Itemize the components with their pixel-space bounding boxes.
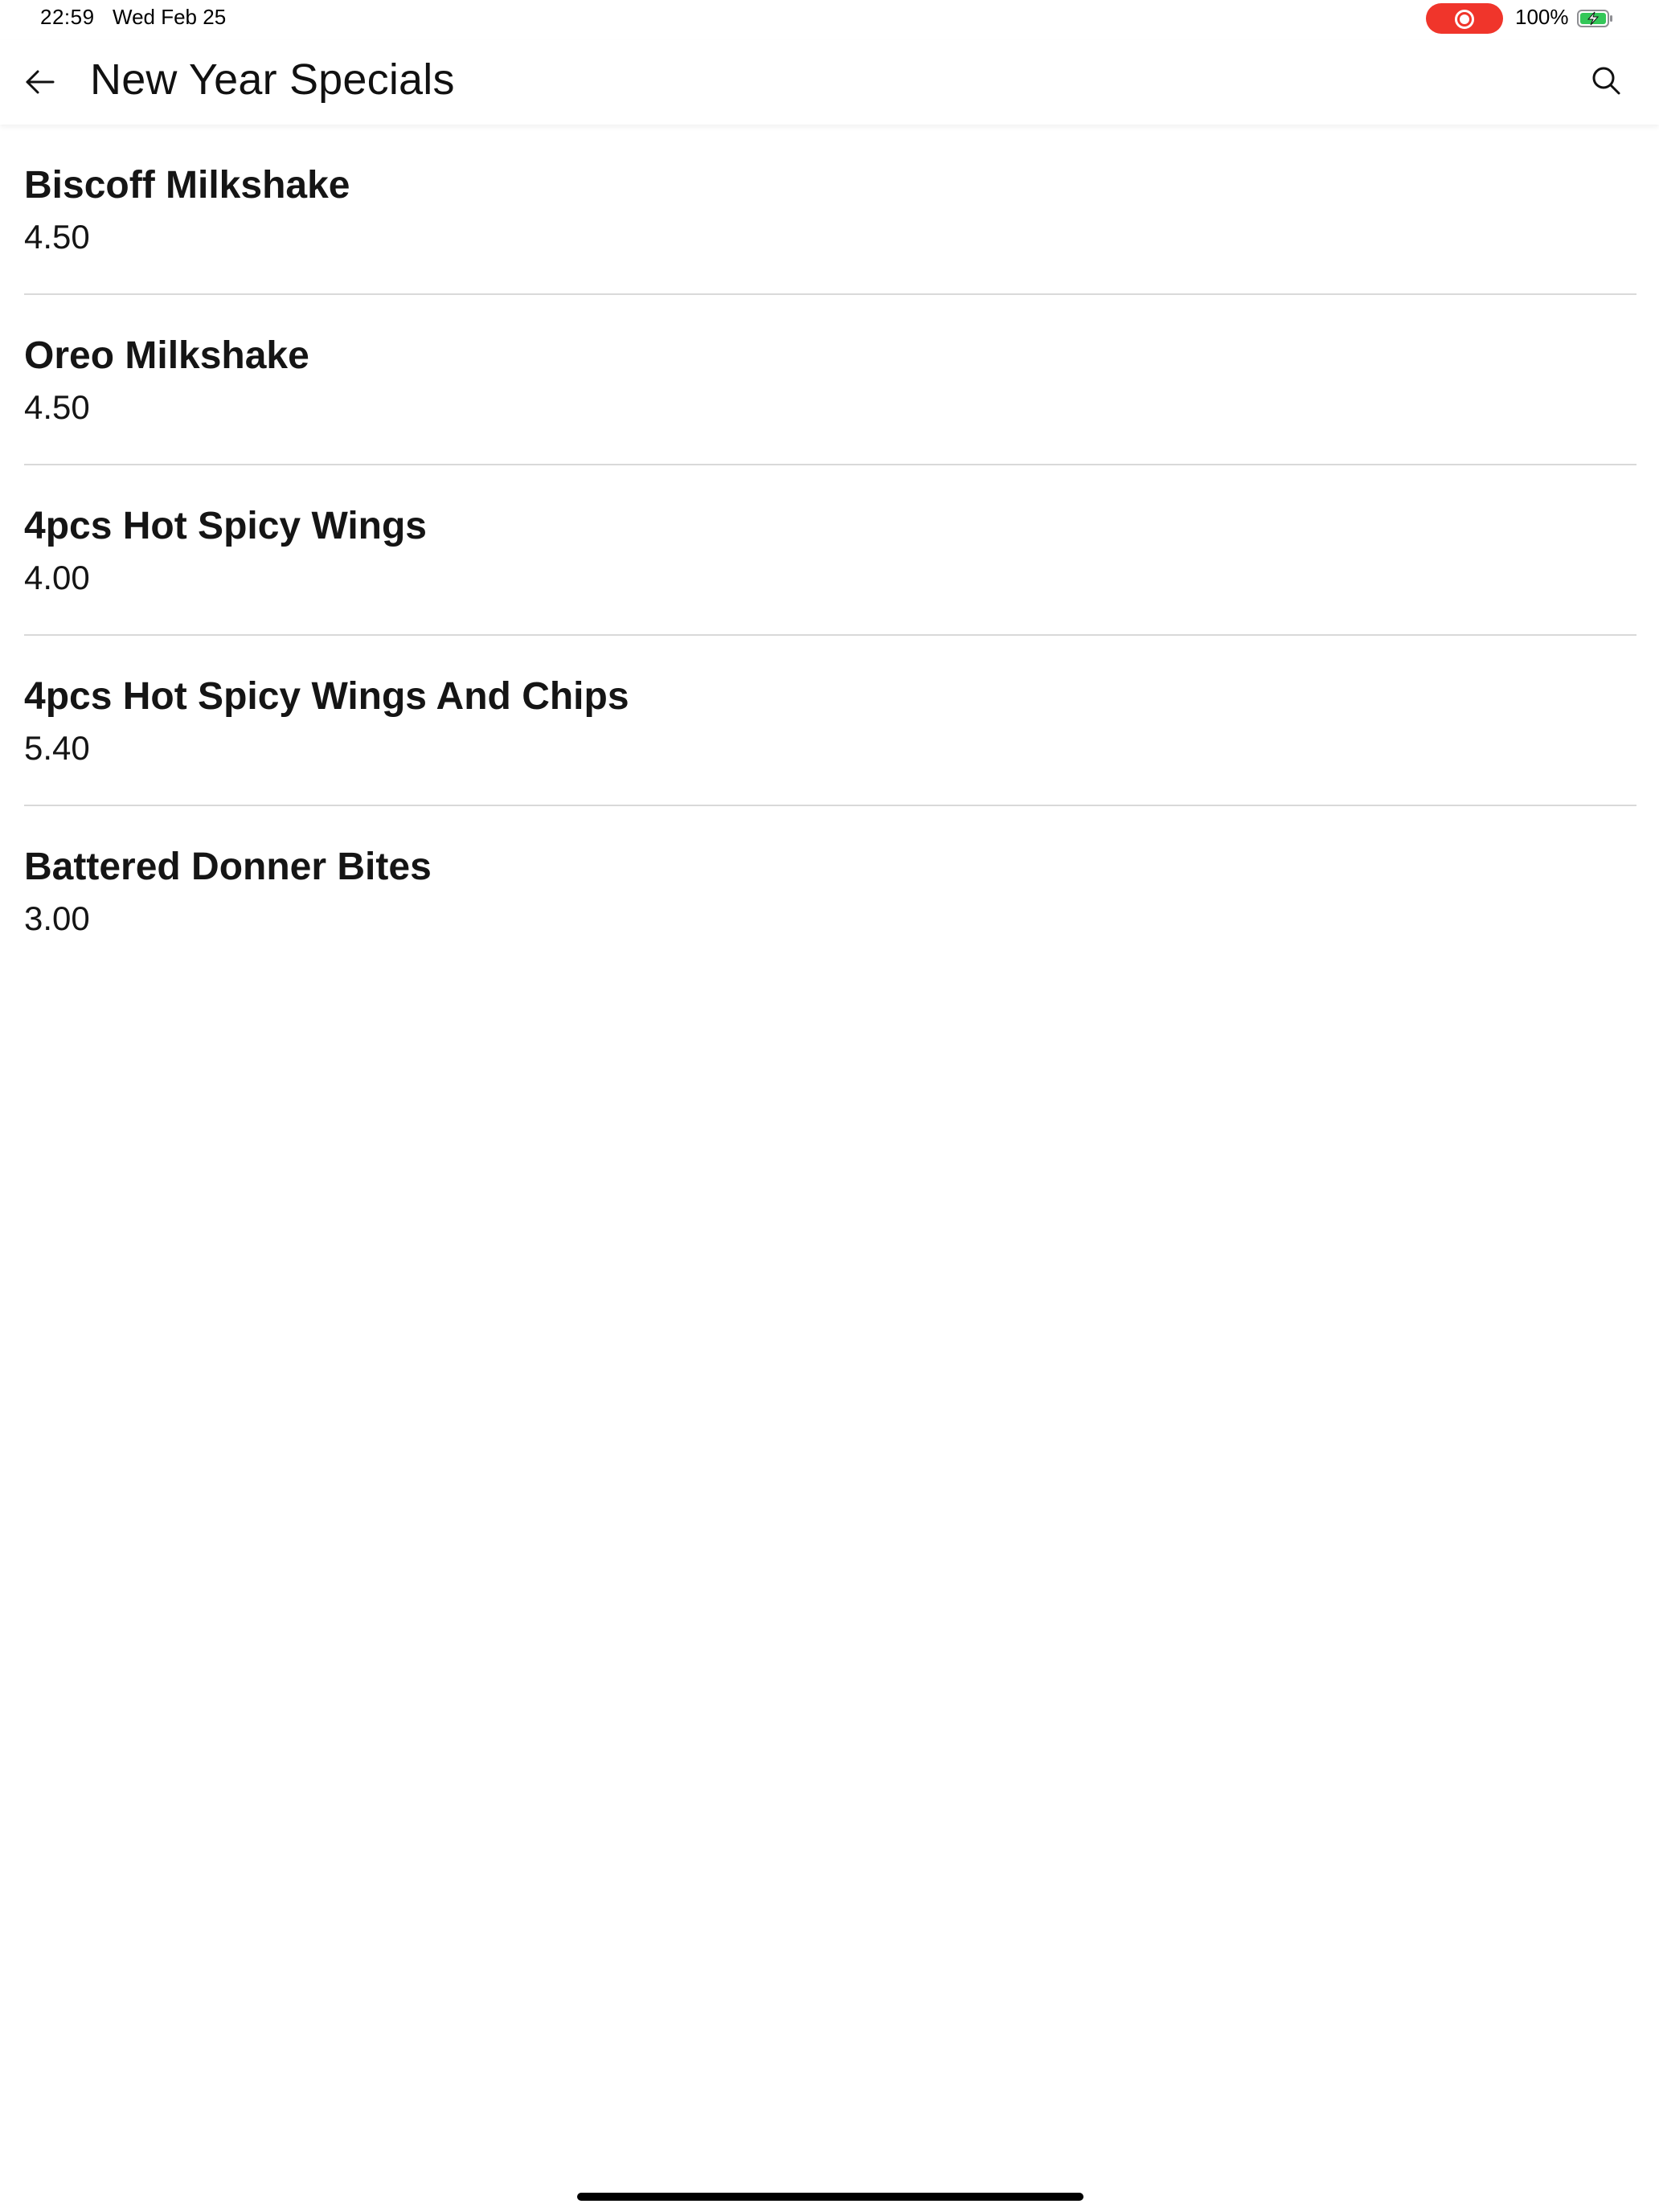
app-bar: New Year Specials — [0, 40, 1659, 125]
page-title: New Year Specials — [90, 55, 455, 104]
menu-item-list: Biscoff Milkshake 4.50 Oreo Milkshake 4.… — [24, 125, 1636, 975]
arrow-left-icon — [26, 70, 55, 94]
status-time: 22:59 — [40, 5, 95, 29]
battery-percent: 100% — [1515, 5, 1569, 29]
item-name: Biscoff Milkshake — [24, 164, 350, 207]
item-name: 4pcs Hot Spicy Wings And Chips — [24, 675, 629, 718]
screen: 22:59 Wed Feb 25 100% New Year Specials — [0, 0, 1659, 2212]
item-price: 4.00 — [24, 559, 90, 596]
search-icon — [1592, 67, 1620, 95]
menu-item[interactable]: Oreo Milkshake 4.50 — [24, 295, 1636, 465]
item-name: 4pcs Hot Spicy Wings — [24, 505, 427, 547]
item-name: Battered Donner Bites — [24, 846, 432, 888]
battery-charging-icon — [1577, 10, 1612, 27]
back-button[interactable] — [18, 59, 63, 104]
menu-item[interactable]: Battered Donner Bites 3.00 — [24, 806, 1636, 975]
item-name: Oreo Milkshake — [24, 334, 309, 377]
status-bar: 22:59 Wed Feb 25 100% — [0, 0, 1659, 39]
item-price: 3.00 — [24, 899, 90, 937]
search-button[interactable] — [1583, 58, 1628, 103]
screen-recording-indicator[interactable] — [1426, 3, 1503, 34]
menu-item[interactable]: Biscoff Milkshake 4.50 — [24, 125, 1636, 295]
item-price: 4.50 — [24, 218, 90, 256]
home-indicator[interactable] — [577, 2193, 1083, 2201]
status-date: Wed Feb 25 — [113, 5, 227, 29]
item-price: 5.40 — [24, 729, 90, 767]
record-dot-icon — [1460, 14, 1469, 24]
menu-item[interactable]: 4pcs Hot Spicy Wings 4.00 — [24, 465, 1636, 636]
item-price: 4.50 — [24, 388, 90, 426]
menu-item[interactable]: 4pcs Hot Spicy Wings And Chips 5.40 — [24, 636, 1636, 806]
